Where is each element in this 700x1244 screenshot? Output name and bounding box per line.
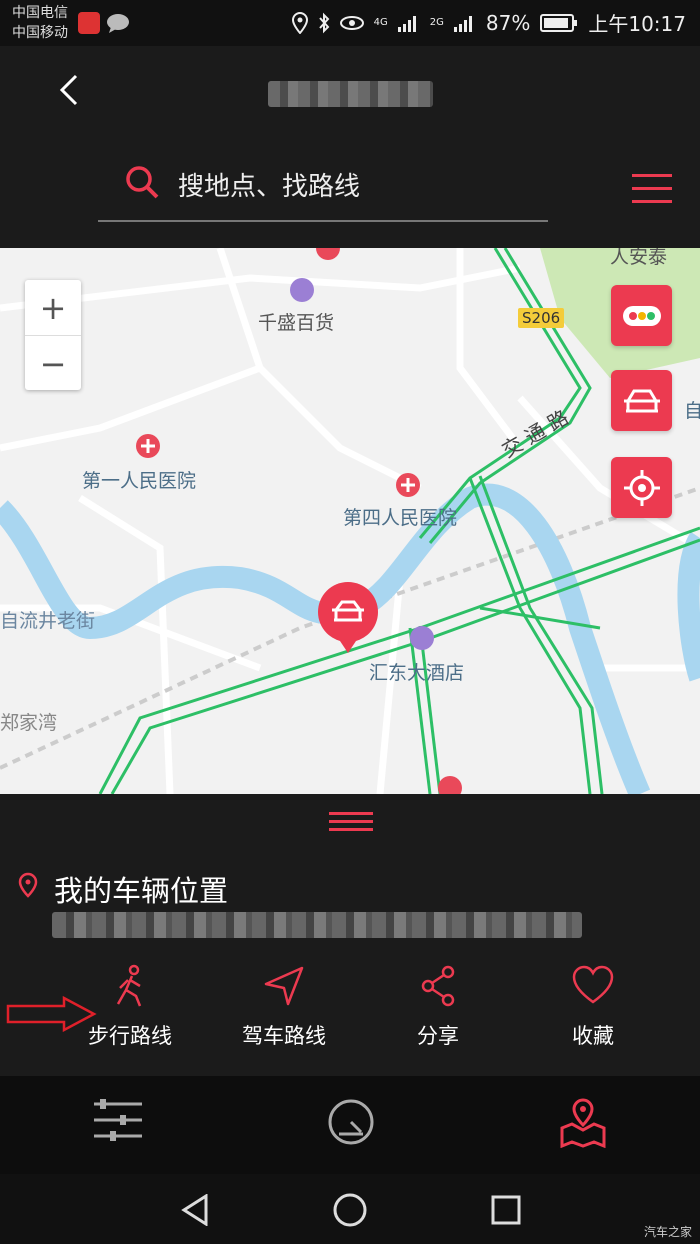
traffic-light-icon	[622, 305, 661, 326]
bluetooth-icon	[318, 12, 330, 33]
tab-bar	[0, 1076, 700, 1174]
menu-icon[interactable]	[632, 174, 672, 206]
car-icon	[623, 389, 660, 412]
location-pin-icon	[18, 872, 38, 898]
navigation-arrow-icon	[264, 966, 304, 1006]
status-bar: 中国电信 中国移动 4G 2G 87% 上午10:17	[0, 0, 700, 46]
poi-hospital-4[interactable]: 第四人民医院	[343, 503, 457, 530]
watermark: 汽车之家	[643, 1225, 692, 1239]
location-panel: 我的车辆位置 步行路线 驾车路线 分享 收藏	[0, 794, 700, 1076]
drive-route-button[interactable]: 驾车路线	[209, 964, 359, 1050]
zoom-in-button[interactable]: +	[25, 280, 81, 335]
my-location-button[interactable]	[611, 457, 672, 518]
panel-handle-icon[interactable]	[329, 810, 373, 832]
battery-icon	[540, 13, 578, 32]
annotation-arrow-icon	[6, 996, 97, 1032]
address-blurred	[52, 912, 582, 938]
network-2g: 2G	[429, 17, 444, 28]
poi-label: 人安泰	[610, 248, 668, 268]
carrier-telecom: 中国电信	[12, 5, 68, 21]
car-location-button[interactable]	[611, 370, 672, 431]
signal-icon-2	[453, 15, 472, 32]
nav-recents-icon[interactable]	[491, 1195, 521, 1225]
tab-map-location-icon[interactable]	[558, 1098, 608, 1148]
tab-dashboard-speedometer-icon[interactable]	[327, 1098, 375, 1146]
share-label: 分享	[417, 1024, 459, 1048]
zoom-out-button[interactable]: −	[25, 335, 81, 391]
search-placeholder: 搜地点、找路线	[178, 172, 361, 202]
walk-icon	[116, 964, 142, 1007]
nav-back-icon[interactable]	[180, 1194, 210, 1226]
message-icon	[107, 14, 129, 33]
action-row: 步行路线 驾车路线 分享 收藏	[0, 964, 700, 1064]
network-4g: 4G	[373, 16, 388, 28]
favorite-label: 收藏	[572, 1024, 614, 1048]
favorite-button[interactable]: 收藏	[518, 964, 668, 1050]
page-title-blurred	[268, 81, 433, 107]
header: 搜地点、找路线	[0, 46, 700, 248]
road-badge-s206: S206	[518, 308, 565, 328]
search-input[interactable]: 搜地点、找路线	[98, 156, 548, 222]
location-icon	[291, 11, 308, 34]
traffic-button[interactable]	[611, 285, 672, 346]
poi-hospital-1[interactable]: 第一人民医院	[82, 466, 196, 493]
signal-icon-1	[397, 15, 416, 32]
target-icon	[623, 469, 660, 506]
poi-zi: 自	[684, 400, 700, 422]
back-icon[interactable]	[52, 70, 92, 110]
nav-home-icon[interactable]	[333, 1193, 367, 1227]
location-title: 我的车辆位置	[54, 874, 229, 908]
share-button[interactable]: 分享	[363, 964, 513, 1050]
poi-zhengjiawan: 郑家湾	[0, 712, 58, 734]
poi-huidong-hotel[interactable]: 汇东大酒店	[369, 658, 464, 685]
carrier-mobile: 中国移动	[12, 25, 68, 41]
map-view[interactable]: 人安泰 千盛百货 S206 交 通 路 自 第一人民医院 第四人民医院 自流井老…	[0, 248, 700, 794]
tab-settings-sliders-icon[interactable]	[94, 1098, 142, 1142]
clock: 上午10:17	[588, 12, 686, 36]
battery-percent: 87%	[485, 10, 531, 35]
app-notification-icon	[78, 12, 100, 34]
eye-icon	[339, 15, 364, 30]
drive-route-label: 驾车路线	[242, 1024, 326, 1048]
zoom-control: + −	[25, 280, 81, 390]
share-icon	[421, 965, 455, 1007]
system-nav-bar: 汽车之家	[0, 1174, 700, 1244]
heart-icon	[572, 965, 614, 1004]
search-icon	[126, 166, 159, 199]
poi-qiansheng[interactable]: 千盛百货	[258, 308, 334, 335]
poi-zilijing: 自流井老街	[0, 610, 96, 632]
